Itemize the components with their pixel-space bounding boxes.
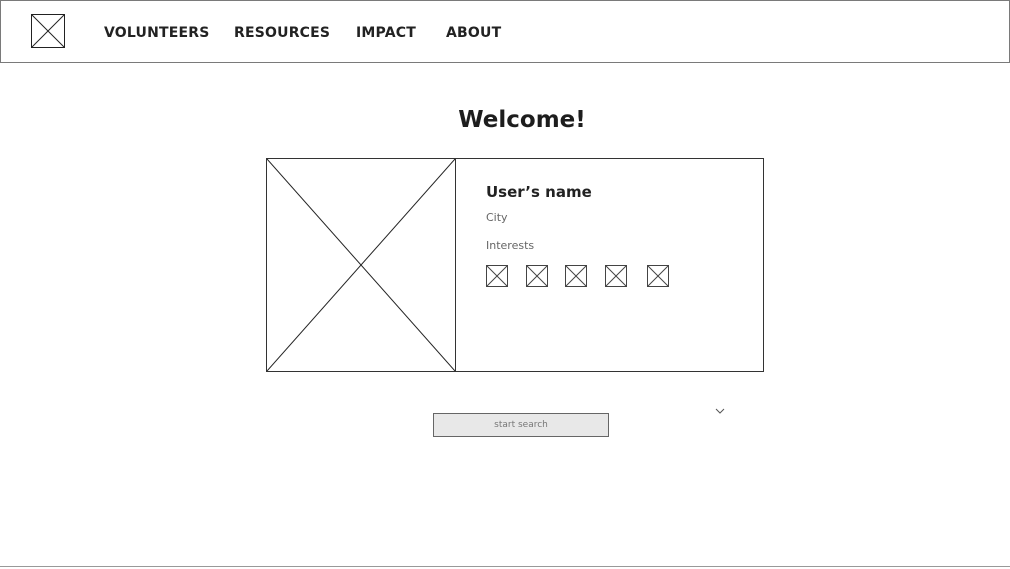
- interests-label: Interests: [486, 239, 535, 252]
- nav-volunteers[interactable]: VOLUNTEERS: [104, 25, 210, 41]
- top-nav-bar: VOLUNTEERS RESOURCES IMPACT ABOUT: [0, 0, 1010, 63]
- chevron-down-icon[interactable]: [714, 405, 726, 417]
- interest-1-icon[interactable]: [486, 265, 508, 287]
- nav-resources[interactable]: RESOURCES: [234, 25, 330, 41]
- interest-2-icon[interactable]: [526, 265, 548, 287]
- welcome-heading: Welcome!: [458, 107, 586, 133]
- interest-5-icon[interactable]: [647, 265, 669, 287]
- user-name: User’s name: [486, 183, 592, 201]
- nav-about[interactable]: ABOUT: [446, 25, 501, 41]
- profile-card: User’s name City Interests: [266, 158, 764, 372]
- interest-3-icon[interactable]: [565, 265, 587, 287]
- user-city: City: [486, 211, 508, 224]
- start-search-button[interactable]: start search: [433, 413, 609, 437]
- interest-4-icon[interactable]: [605, 265, 627, 287]
- logo-placeholder-icon[interactable]: [31, 14, 65, 48]
- profile-photo-placeholder-icon: [267, 159, 456, 371]
- nav-impact[interactable]: IMPACT: [356, 25, 416, 41]
- footer-divider: [0, 566, 1010, 567]
